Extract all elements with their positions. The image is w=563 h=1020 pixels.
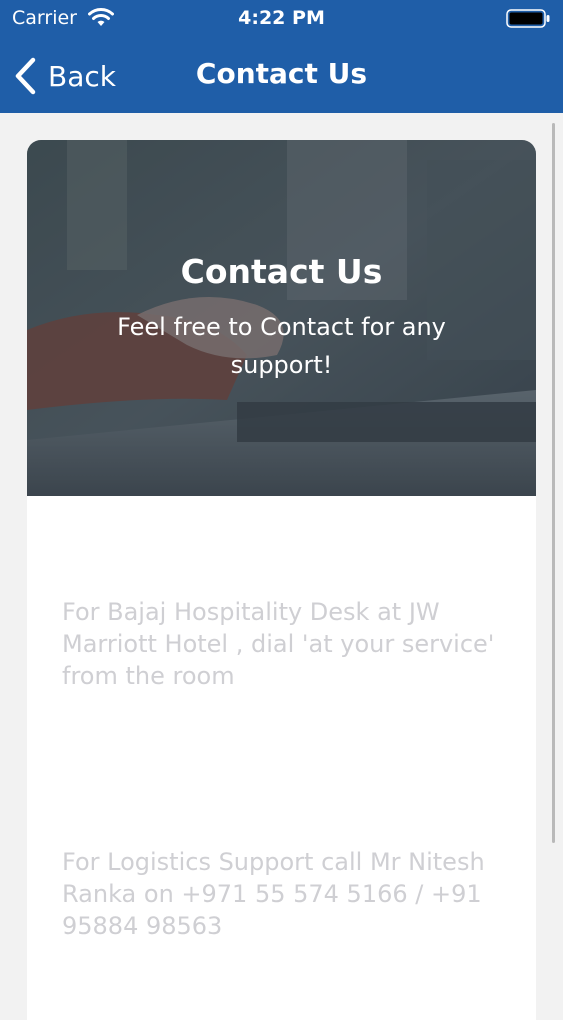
scrollbar[interactable] [552,123,555,843]
status-bar: Carrier 4:22 PM [0,0,563,38]
logistics-support-info: For Logistics Support call Mr Nitesh Ran… [62,848,485,940]
hero-subtitle: Feel free to Contact for any support! [117,313,446,379]
battery-icon [506,9,551,28]
hero-banner: Contact Us Feel free to Contact for any … [27,140,536,496]
navigation-bar: Back Contact Us [0,38,563,113]
contact-card: Contact Us Feel free to Contact for any … [27,140,536,1020]
content-scroll-area[interactable]: Contact Us Feel free to Contact for any … [0,113,563,1020]
hero-title: Contact Us [180,252,383,291]
status-time: 4:22 PM [238,7,325,29]
page-title: Contact Us [195,57,368,90]
hospitality-desk-info: For Bajaj Hospitality Desk at JW Marriot… [62,598,495,690]
